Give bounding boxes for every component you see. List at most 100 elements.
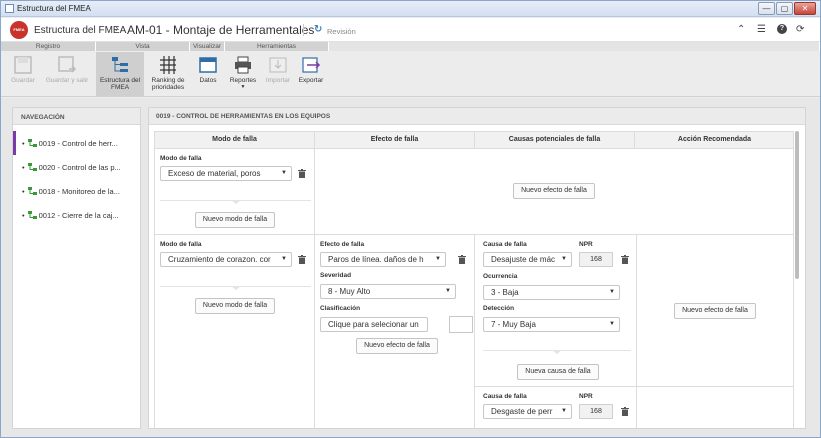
page-title: AM-01 - Montaje de Herramentales [127, 23, 315, 37]
list-icon[interactable]: ☰ [757, 24, 766, 35]
fmea-logo: FMEA [10, 21, 28, 39]
nav-item-label: 0020 - Control de las p... [38, 163, 121, 172]
new-failure-effect-button[interactable]: Nuevo efecto de falla [356, 338, 438, 354]
nav-item-0012[interactable]: • 0012 - Cierre de la caj... [13, 203, 140, 227]
save-and-exit-button[interactable]: Guardar y salir [42, 52, 92, 96]
window-titlebar: Estructura del FMEA — ▢ ✕ [1, 1, 820, 17]
chevron-down-icon: ▼ [281, 170, 287, 176]
header-divider [303, 24, 304, 36]
structure-node-icon [27, 187, 37, 195]
npr-label: NPR [579, 393, 593, 400]
import-button[interactable]: Importar [263, 52, 293, 96]
effect-value: Paros de línea. daños de h [328, 255, 424, 264]
row2-mode-label: Modo de falla [160, 241, 202, 248]
maximize-button[interactable]: ▢ [776, 2, 793, 15]
new-failure-effect-action-button[interactable]: Nuevo efecto de falla [674, 303, 756, 319]
cause-select[interactable]: Desajuste de mác ▼ [483, 252, 572, 267]
export-icon [302, 57, 321, 73]
classification-symbol-input[interactable] [449, 316, 473, 333]
revision-icon[interactable]: ↻ [314, 24, 322, 35]
ribbon-group-filler [329, 42, 820, 51]
row1-mode-label: Modo de falla [160, 155, 202, 162]
classification-select[interactable]: Clique para selecionar un [320, 317, 428, 332]
grid-icon [160, 56, 176, 74]
data-button[interactable]: Datos [194, 52, 222, 96]
detection-select[interactable]: 7 - Muy Baja ▼ [483, 317, 620, 332]
fmea-structure-panel: 0019 - CONTROL DE HERRAMIENTAS EN LOS EQ… [148, 107, 806, 429]
page-header: FMEA Estructura del FMEA › AM-01 - Monta… [1, 18, 820, 42]
new-failure-effect-button[interactable]: Nuevo efecto de falla [513, 183, 595, 199]
occurrence-select[interactable]: 3 - Baja ▼ [483, 285, 620, 300]
breadcrumb-separator: › [115, 23, 119, 35]
npr-value: 168 [579, 252, 613, 267]
save-label: Guardar [11, 77, 35, 84]
severity-value: 8 - Muy Alto [328, 287, 371, 296]
import-label: Importar [265, 77, 291, 84]
minimize-button[interactable]: — [758, 2, 775, 15]
nav-item-0020[interactable]: • 0020 - Control de las p... [13, 155, 140, 179]
trash-icon[interactable] [621, 255, 629, 264]
window-data-icon [199, 57, 217, 73]
trash-icon[interactable] [298, 169, 306, 178]
nav-item-0019[interactable]: • 0019 - Control de herr... [13, 131, 140, 155]
row2-action2-cell [637, 387, 794, 428]
save-button[interactable]: Guardar [6, 52, 40, 96]
export-button[interactable]: Exportar [296, 52, 326, 96]
panel-title: 0019 - CONTROL DE HERRAMIENTAS EN LOS EQ… [149, 108, 805, 125]
detection-value: 7 - Muy Baja [491, 320, 536, 329]
new-failure-mode-button[interactable]: Nuevo modo de falla [195, 298, 275, 314]
npr-label: NPR [579, 241, 593, 248]
chevron-down-icon: ▼ [561, 256, 567, 262]
navigation-panel: NAVEGACIÓN • 0019 - Control de herr... • 0… [12, 107, 141, 429]
structure-node-icon [27, 163, 37, 171]
priority-ranking-label: Ranking de prioridades [151, 77, 185, 91]
reports-label: Reportes [229, 77, 257, 84]
window-icon [5, 4, 14, 13]
column-failure-mode: Modo de falla [155, 132, 315, 148]
trash-icon[interactable] [298, 255, 306, 264]
cause-value: Desajuste de mác [491, 255, 556, 264]
chevron-down-icon: ▼ [609, 321, 615, 327]
help-icon[interactable]: ? [777, 24, 787, 34]
structure-node-icon [27, 211, 37, 219]
trash-icon[interactable] [621, 407, 629, 416]
fmea-structure-button[interactable]: Estructura del FMEA [96, 52, 144, 96]
group-herramientas: Herramientas [225, 42, 329, 51]
group-vista: Vista [96, 42, 190, 51]
cause-value: Desgaste de perr [491, 407, 553, 416]
npr-value: 168 [579, 404, 613, 419]
main-area: NAVEGACIÓN • 0019 - Control de herr... • 0… [1, 98, 820, 437]
export-label: Exportar [298, 77, 324, 84]
new-failure-cause-button[interactable]: Nueva causa de falla [517, 364, 599, 380]
chevron-down-icon: ▼ [609, 289, 615, 295]
structure-node-icon [27, 139, 37, 147]
occurrence-label: Ocurrencia [483, 273, 518, 280]
refresh-icon[interactable]: ⟳ [796, 24, 804, 35]
revision-link[interactable]: Revisión [327, 27, 356, 36]
row1-mode-select[interactable]: Exceso de material, poros ▼ [160, 166, 292, 181]
severity-select[interactable]: 8 - Muy Alto ▼ [320, 284, 456, 299]
row2-mode-select[interactable]: Cruzamiento de corazon. cor ▼ [160, 252, 292, 267]
save-exit-icon [58, 56, 77, 73]
divider-caret [231, 200, 241, 204]
fmea-structure-label: Estructura del FMEA [99, 77, 141, 91]
effect-label: Efecto de falla [320, 241, 365, 248]
chevron-down-icon: ▼ [445, 288, 451, 294]
scrollbar-thumb[interactable] [795, 131, 799, 279]
severity-label: Severidad [320, 272, 352, 279]
effect-select[interactable]: Paros de línea. daños de h ▼ [320, 252, 446, 267]
nav-item-label: 0018 - Monitoreo de la... [38, 187, 120, 196]
trash-icon[interactable] [458, 255, 466, 264]
collapse-up-icon[interactable]: ⌃ [737, 24, 745, 35]
nav-item-0018[interactable]: • 0018 - Monitoreo de la... [13, 179, 140, 203]
reports-button[interactable]: Reportes ▼ [228, 52, 258, 96]
vertical-scrollbar[interactable] [795, 131, 800, 422]
breadcrumb-root[interactable]: Estructura del FMEA [34, 25, 126, 36]
close-window-button[interactable]: ✕ [794, 2, 816, 15]
priority-ranking-button[interactable]: Ranking de prioridades [146, 52, 190, 96]
save-exit-label: Guardar y salir [45, 77, 89, 84]
column-potential-causes: Causas potenciales de falla [475, 132, 635, 148]
new-failure-mode-button[interactable]: Nuevo modo de falla [195, 212, 275, 228]
cause-select[interactable]: Desgaste de perr ▼ [483, 404, 572, 419]
detection-label: Detección [483, 305, 515, 312]
